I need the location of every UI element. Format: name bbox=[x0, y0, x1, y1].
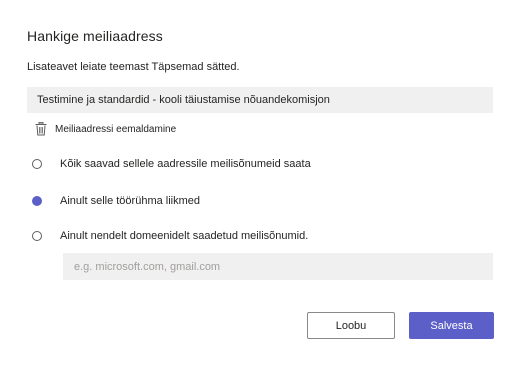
trash-icon bbox=[35, 122, 47, 136]
radio-button[interactable] bbox=[32, 231, 42, 241]
dialog-subtitle: Lisateavet leiate teemast Täpsemad sätte… bbox=[27, 61, 240, 73]
domains-input[interactable] bbox=[63, 253, 493, 280]
cancel-button[interactable]: Loobu bbox=[307, 312, 395, 339]
option-team-members-only[interactable]: Ainult selle töörühma liikmed bbox=[32, 193, 200, 209]
email-address-dialog: Hankige meiliaadress Lisateavet leiate t… bbox=[0, 0, 520, 367]
team-address-field: Testimine ja standardid - kooli täiustam… bbox=[27, 87, 493, 113]
dialog-title: Hankige meiliaadress bbox=[27, 28, 163, 44]
radio-button-selected[interactable] bbox=[32, 196, 42, 206]
save-button[interactable]: Salvesta bbox=[409, 312, 494, 339]
option-specific-domains-label: Ainult nendelt domeenidelt saadetud meil… bbox=[60, 230, 309, 242]
option-specific-domains[interactable]: Ainult nendelt domeenidelt saadetud meil… bbox=[32, 228, 308, 244]
option-team-members-only-label: Ainult selle töörühma liikmed bbox=[60, 195, 201, 207]
remove-email-button[interactable]: Meiliaadressi eemaldamine bbox=[35, 120, 176, 138]
remove-email-label: Meiliaadressi eemaldamine bbox=[55, 123, 177, 135]
option-everyone-label: Kõik saavad sellele aadressile meilisõnu… bbox=[60, 158, 311, 170]
radio-button[interactable] bbox=[32, 159, 42, 169]
option-everyone[interactable]: Kõik saavad sellele aadressile meilisõnu… bbox=[32, 156, 311, 172]
